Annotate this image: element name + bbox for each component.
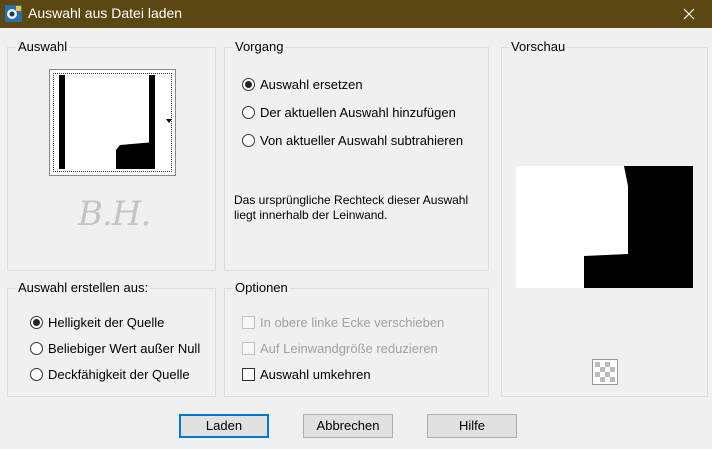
erstellen-legend: Auswahl erstellen aus: <box>16 280 151 295</box>
optionen-legend: Optionen <box>233 280 290 295</box>
auswahl-legend: Auswahl <box>16 39 70 54</box>
selection-preview-image <box>59 75 155 169</box>
load-button[interactable]: Laden <box>179 414 269 438</box>
watermark-signature: B.H. <box>78 194 151 234</box>
close-button[interactable] <box>666 0 712 28</box>
radio-label: Beliebiger Wert außer Null <box>48 340 201 356</box>
checkbox-label: In obere linke Ecke verschieben <box>260 314 445 330</box>
radio-label: Auswahl ersetzen <box>260 76 363 92</box>
check-auswahl-umkehren[interactable]: Auswahl umkehren <box>242 365 371 383</box>
cancel-button[interactable]: Abbrechen <box>303 414 393 438</box>
checkbox-label: Auf Leinwandgröße reduzieren <box>260 340 438 356</box>
radio-label: Von aktueller Auswahl subtrahieren <box>260 132 464 148</box>
preview-image <box>516 166 693 288</box>
radio-label: Der aktuellen Auswahl hinzufügen <box>260 104 456 120</box>
radio-auswahl-subtrahieren[interactable]: Von aktueller Auswahl subtrahieren <box>242 131 463 149</box>
check-leinwandgroesse[interactable]: Auf Leinwandgröße reduzieren <box>242 339 438 357</box>
radio-indicator <box>30 367 43 381</box>
radio-auswahl-hinzufuegen[interactable]: Der aktuellen Auswahl hinzufügen <box>242 103 456 121</box>
radio-label: Helligkeit der Quelle <box>48 314 165 330</box>
vorschau-legend: Vorschau <box>509 39 568 54</box>
radio-wert-ausser-null[interactable]: Beliebiger Wert außer Null <box>30 339 200 357</box>
checkbox-box <box>242 315 255 329</box>
check-obere-linke-ecke[interactable]: In obere linke Ecke verschieben <box>242 313 444 331</box>
checkbox-box <box>242 367 255 381</box>
title-bar: Auswahl aus Datei laden <box>0 0 712 28</box>
selection-thumbnail[interactable] <box>49 69 176 176</box>
vorgang-legend: Vorgang <box>233 39 286 54</box>
radio-indicator <box>242 105 255 119</box>
radio-indicator <box>30 341 43 355</box>
app-icon <box>5 5 22 22</box>
selection-info-text: Das ursprüngliche Rechteck dieser Auswah… <box>234 193 469 222</box>
radio-helligkeit-quelle[interactable]: Helligkeit der Quelle <box>30 313 164 331</box>
radio-label: Deckfähigkeit der Quelle <box>48 366 190 382</box>
checkerboard-icon[interactable] <box>592 359 618 385</box>
radio-indicator <box>30 315 43 329</box>
radio-indicator <box>242 133 255 147</box>
help-button[interactable]: Hilfe <box>427 414 517 438</box>
close-icon <box>683 8 695 20</box>
radio-indicator <box>242 77 255 91</box>
radio-auswahl-ersetzen[interactable]: Auswahl ersetzen <box>242 75 363 93</box>
checkbox-label: Auswahl umkehren <box>260 366 371 382</box>
radio-deckfaehigkeit-quelle[interactable]: Deckfähigkeit der Quelle <box>30 365 190 383</box>
checkbox-box <box>242 341 255 355</box>
window-title: Auswahl aus Datei laden <box>28 5 183 21</box>
dropdown-arrow-icon[interactable] <box>166 119 172 124</box>
